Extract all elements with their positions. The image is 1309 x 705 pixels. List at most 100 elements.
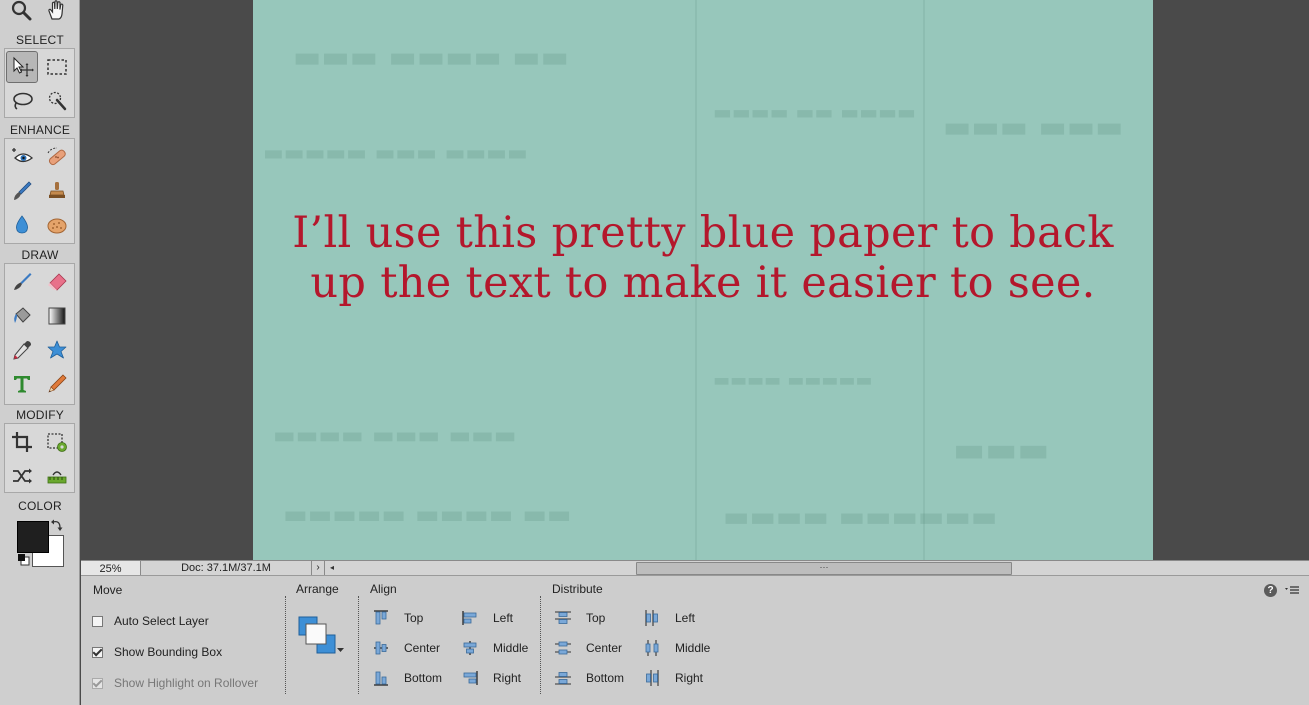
brush-tool[interactable] [6,266,38,298]
clone-stamp-tool[interactable] [41,175,73,207]
section-draw-label: DRAW [21,248,59,262]
gradient-tool[interactable] [41,300,73,332]
document-workspace[interactable]: ▬▬▬ ▬▬▬▬ ▬▬ ▬▬▬▬▬ ▬▬▬ ▬▬▬▬ ▬▬▬▬ ▬▬ ▬▬▬▬ … [81,0,1309,560]
align-left-label: Left [493,611,514,625]
distribute-left-button[interactable]: Left [643,609,695,627]
align-right-icon [463,671,478,685]
paint-bucket-tool[interactable] [6,300,38,332]
options-divider [540,596,541,694]
zoom-level-field[interactable]: 25% [81,561,141,575]
document-size-info: Doc: 37.1M/37.1M [141,561,312,575]
show-highlight-checkbox [92,677,103,689]
distribute-center-button[interactable]: Center [554,639,622,657]
arrange-title: Arrange [296,582,339,596]
swap-colors-icon[interactable] [50,518,64,532]
eraser-icon [48,273,67,291]
marquee-icon [47,59,67,75]
paper-texture-block: ▬▬▬▬ ▬▬▬▬▬ [713,370,873,391]
distribute-bottom-icon [555,672,571,685]
align-middle-button[interactable]: Middle [461,639,528,657]
distribute-left-label: Left [675,611,696,625]
sponge-icon [47,218,67,234]
smart-brush-icon [14,181,32,200]
default-colors-icon[interactable] [17,553,30,566]
hand-tool[interactable] [41,0,73,26]
paper-canvas[interactable]: ▬▬▬ ▬▬▬▬ ▬▬ ▬▬▬▬▬ ▬▬▬ ▬▬▬▬ ▬▬▬▬ ▬▬ ▬▬▬▬ … [253,0,1153,560]
show-bounding-box-option[interactable]: Show Bounding Box [92,644,222,660]
blur-tool[interactable] [6,209,38,241]
align-bottom-label: Bottom [404,671,443,685]
align-bottom-button[interactable]: Bottom [372,669,442,687]
recompose-tool[interactable] [41,426,73,458]
gradient-icon [48,307,66,325]
content-aware-move-tool[interactable] [6,460,38,492]
recompose-icon [47,433,67,452]
quick-selection-icon [48,91,67,111]
pencil-tool[interactable] [41,368,73,400]
rectangular-marquee-tool[interactable] [41,51,73,83]
paper-texture-block: ▬▬▬▬▬ ▬▬▬▬ ▬▬ [283,500,572,530]
paper-texture-block: ▬▬▬ [953,430,1050,470]
distribute-title: Distribute [552,582,603,596]
paper-texture-block: ▬▬▬▬ ▬▬▬ ▬▬▬ [273,420,517,449]
paint-bucket-icon [14,307,31,323]
distribute-right-label: Right [675,671,704,685]
distribute-top-label: Top [586,611,606,625]
paper-texture-block: ▬▬▬▬▬ ▬▬▬ ▬▬▬▬ [263,140,528,166]
straighten-tool[interactable] [41,460,73,492]
distribute-horizontal-middle-icon [645,640,659,656]
distribute-right-button[interactable]: Right [643,669,703,687]
draw-tools-group [4,263,75,405]
eyedropper-tool[interactable] [6,334,38,366]
distribute-middle-button[interactable]: Middle [643,639,710,657]
panel-menu-icon[interactable] [1284,584,1300,597]
show-highlight-option: Show Highlight on Rollover [92,675,258,691]
hand-icon [48,0,64,20]
auto-select-layer-option[interactable]: Auto Select Layer [92,613,209,629]
horizontal-scrollbar-thumb[interactable]: ⋯ [636,562,1012,575]
crop-tool[interactable] [6,426,38,458]
align-right-label: Right [493,671,522,685]
smart-brush-tool[interactable] [6,175,38,207]
distribute-bottom-button[interactable]: Bottom [554,669,624,687]
section-enhance-label: ENHANCE [9,123,71,137]
auto-select-layer-checkbox[interactable] [92,615,103,627]
distribute-vertical-center-icon [555,641,571,655]
zoom-tool[interactable] [5,0,37,26]
lasso-tool[interactable] [6,85,38,117]
paper-texture-block: ▬▬▬ ▬▬▬▬ ▬▬ [293,40,569,75]
eraser-tool[interactable] [41,266,73,298]
show-bounding-box-checkbox[interactable] [92,646,103,658]
foreground-color-swatch[interactable] [17,521,49,553]
distribute-top-button[interactable]: Top [554,609,605,627]
paper-texture-block: ▬▬▬▬ ▬▬▬▬▬▬ [723,500,998,533]
straighten-icon [47,471,67,484]
distribute-middle-label: Middle [675,641,711,655]
lasso-icon [13,92,33,110]
pencil-icon [48,374,67,393]
align-center-button[interactable]: Center [372,639,440,657]
move-tool[interactable] [6,51,38,83]
align-top-label: Top [404,611,424,625]
help-icon[interactable]: ? [1264,584,1277,597]
sponge-tool[interactable] [41,209,73,241]
arrange-dropdown-icon[interactable] [297,615,345,657]
quick-selection-tool[interactable] [41,85,73,117]
align-left-button[interactable]: Left [461,609,513,627]
options-divider [358,596,359,694]
toolbox: SELECT ENHANCE DRAW MODIFY COLOR [0,0,80,705]
red-eye-tool[interactable] [6,141,38,173]
distribute-top-icon [555,611,571,624]
bandage-icon [47,147,66,166]
align-top-button[interactable]: Top [372,609,423,627]
type-tool[interactable] [6,368,38,400]
spot-healing-tool[interactable] [41,141,73,173]
align-bottom-icon [374,671,388,686]
eyedropper-icon [13,341,31,360]
custom-shape-tool[interactable] [41,334,73,366]
canvas-text-layer[interactable]: I’ll use this pretty blue paper to back … [253,208,1153,308]
options-divider [285,596,286,694]
status-menu-arrow-icon[interactable]: › [312,561,325,575]
align-right-button[interactable]: Right [461,669,521,687]
scroll-left-icon[interactable]: ◂ [326,561,338,575]
